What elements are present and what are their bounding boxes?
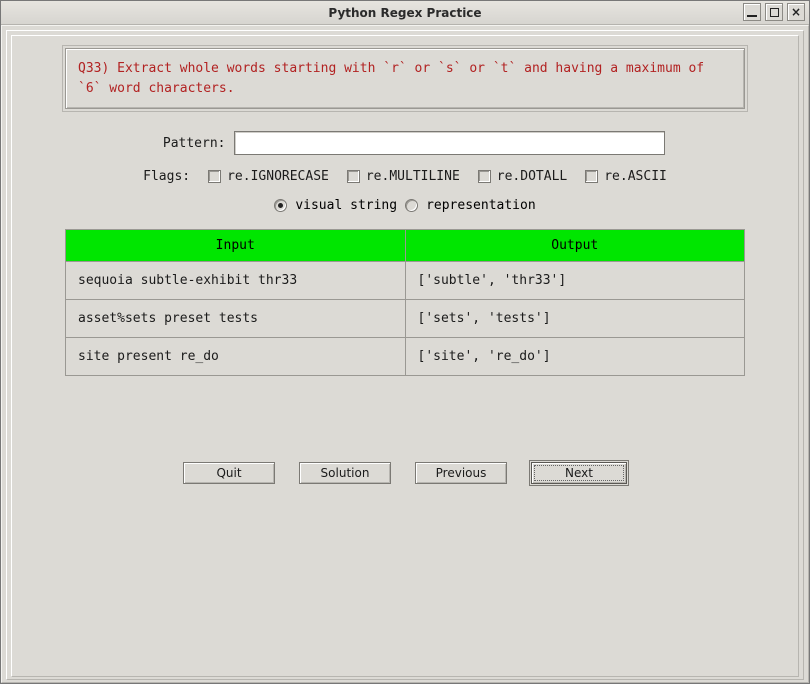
cell-output: ['subtle', 'thr33']	[405, 262, 745, 300]
flag-label: re.DOTALL	[497, 169, 567, 184]
cell-output: ['site', 're_do']	[405, 338, 745, 376]
flag-label: re.MULTILINE	[366, 169, 460, 184]
maximize-button[interactable]	[765, 3, 783, 21]
col-header-output: Output	[405, 230, 745, 262]
window-body: Q33) Extract whole words starting with `…	[1, 25, 809, 683]
flag-ignorecase[interactable]: re.IGNORECASE	[208, 169, 329, 184]
window-title: Python Regex Practice	[1, 6, 809, 20]
next-button[interactable]: Next	[531, 462, 627, 484]
flag-ascii[interactable]: re.ASCII	[585, 169, 667, 184]
flag-multiline[interactable]: re.MULTILINE	[347, 169, 460, 184]
button-row: Quit Solution Previous Next	[28, 462, 782, 484]
flag-dotall[interactable]: re.DOTALL	[478, 169, 567, 184]
cell-input: sequoia subtle-exhibit thr33	[66, 262, 406, 300]
quit-button[interactable]: Quit	[183, 462, 275, 484]
radio-label-visual: visual string	[295, 198, 397, 213]
radio-representation[interactable]	[405, 199, 418, 212]
pattern-input[interactable]	[234, 131, 665, 155]
flag-label: re.IGNORECASE	[227, 169, 329, 184]
table-row: asset%sets preset tests ['sets', 'tests'…	[66, 300, 745, 338]
col-header-input: Input	[66, 230, 406, 262]
close-button[interactable]: ×	[787, 3, 805, 21]
solution-button[interactable]: Solution	[299, 462, 391, 484]
table-row: site present re_do ['site', 're_do']	[66, 338, 745, 376]
radio-label-representation: representation	[426, 198, 536, 213]
pattern-label: Pattern:	[146, 136, 226, 151]
cell-input: asset%sets preset tests	[66, 300, 406, 338]
checkbox-icon	[585, 170, 598, 183]
checkbox-icon	[478, 170, 491, 183]
minimize-button[interactable]	[743, 3, 761, 21]
table-row: sequoia subtle-exhibit thr33 ['subtle', …	[66, 262, 745, 300]
flags-label: Flags:	[143, 169, 190, 184]
io-table: Input Output sequoia subtle-exhibit thr3…	[65, 229, 745, 376]
cell-output: ['sets', 'tests']	[405, 300, 745, 338]
checkbox-icon	[347, 170, 360, 183]
flag-label: re.ASCII	[604, 169, 667, 184]
mode-row: visual string representation	[28, 198, 782, 213]
titlebar[interactable]: Python Regex Practice ×	[1, 1, 809, 25]
radio-visual-string[interactable]	[274, 199, 287, 212]
flags-row: Flags: re.IGNORECASE re.MULTILINE re.DOT…	[28, 169, 782, 184]
checkbox-icon	[208, 170, 221, 183]
question-box: Q33) Extract whole words starting with `…	[65, 48, 745, 109]
application-window: Python Regex Practice × Q33) Extract who…	[0, 0, 810, 684]
pattern-row: Pattern:	[28, 131, 782, 155]
previous-button[interactable]: Previous	[415, 462, 507, 484]
titlebar-controls: ×	[743, 3, 805, 21]
cell-input: site present re_do	[66, 338, 406, 376]
